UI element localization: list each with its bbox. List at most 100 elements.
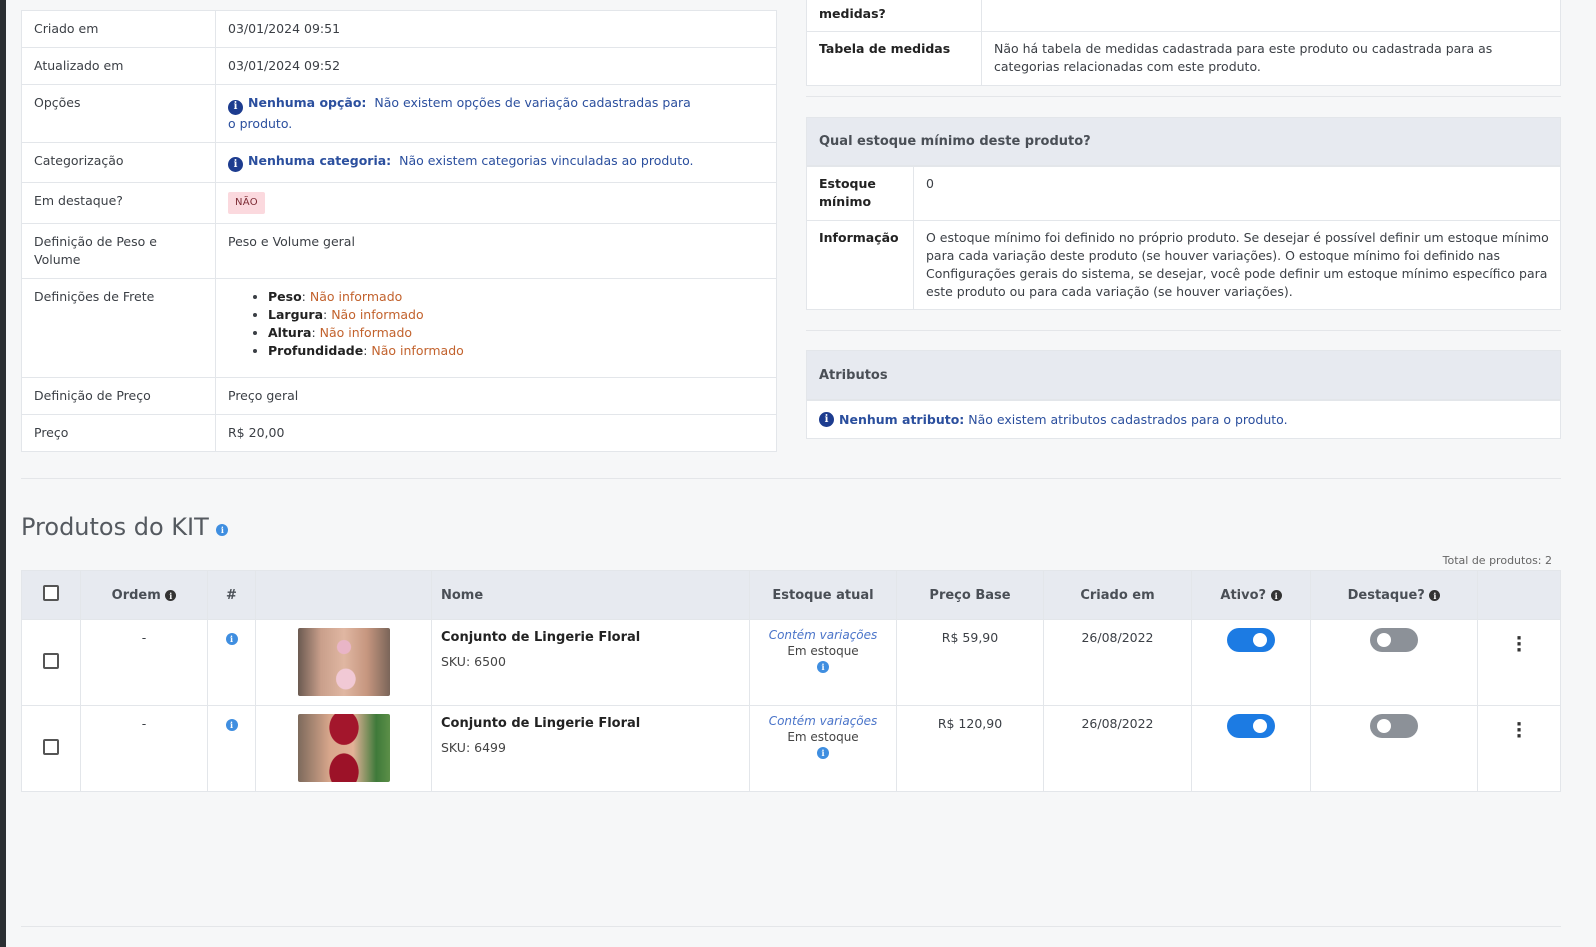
price-value: R$ 20,00 bbox=[215, 413, 777, 452]
created-label: Criado em bbox=[21, 10, 216, 48]
created-value: 03/01/2024 09:51 bbox=[215, 10, 777, 48]
left-sidebar-edge bbox=[0, 0, 6, 947]
info-icon: i bbox=[1270, 590, 1282, 601]
active-toggle[interactable] bbox=[1227, 714, 1275, 738]
price-row: Preço R$ 20,00 bbox=[21, 413, 777, 452]
updated-label: Atualizado em bbox=[21, 47, 216, 85]
measurements-table-label: Tabela de medidas bbox=[806, 31, 982, 86]
created-date: 26/08/2022 bbox=[1043, 619, 1192, 706]
column-active[interactable]: Ativo? i bbox=[1191, 570, 1311, 620]
measurements-question: medidas? bbox=[806, 0, 982, 32]
updated-row: Atualizado em 03/01/2024 09:52 bbox=[21, 47, 777, 85]
row-checkbox[interactable] bbox=[43, 653, 59, 669]
more-vertical-icon[interactable]: · · · bbox=[1516, 716, 1523, 746]
price-def-row: Definição de Preço Preço geral bbox=[21, 376, 777, 415]
column-price[interactable]: Preço Base bbox=[896, 570, 1044, 620]
more-vertical-icon[interactable]: · · · bbox=[1516, 630, 1523, 660]
divider bbox=[21, 478, 1561, 479]
stock-info-icon[interactable]: i bbox=[817, 661, 829, 673]
product-name[interactable]: Conjunto de Lingerie Floral bbox=[441, 716, 749, 731]
row-order: - bbox=[80, 619, 208, 706]
column-hash: # bbox=[207, 570, 256, 620]
column-actions bbox=[1477, 570, 1561, 620]
variations-link[interactable]: Contém variações bbox=[750, 714, 896, 728]
row-info-icon[interactable]: i bbox=[225, 719, 238, 731]
categorization-empty-title: Nenhuma categoria: bbox=[248, 152, 392, 168]
kit-info-icon[interactable]: i bbox=[216, 524, 229, 536]
stock-status: Em estoque bbox=[787, 730, 859, 744]
column-image bbox=[255, 570, 432, 620]
shipping-item: Largura: Não informado bbox=[268, 306, 766, 324]
min-stock-title: Qual estoque mínimo deste produto? bbox=[819, 134, 1091, 149]
featured-label: Em destaque? bbox=[21, 181, 216, 224]
row-checkbox[interactable] bbox=[43, 739, 59, 755]
select-all-checkbox[interactable] bbox=[43, 585, 59, 601]
base-price: R$ 59,90 bbox=[896, 619, 1044, 706]
total-products: Total de produtos: 2 bbox=[1442, 554, 1552, 567]
measurements-table: medidas? Tabela de medidas Não há tabela… bbox=[806, 0, 1561, 86]
base-price: R$ 120,90 bbox=[896, 705, 1044, 792]
created-date: 26/08/2022 bbox=[1043, 705, 1192, 792]
shipping-item: Peso: Não informado bbox=[268, 288, 766, 306]
min-stock-info-label: Informação bbox=[806, 220, 914, 310]
min-stock-info-value: O estoque mínimo foi definido no próprio… bbox=[913, 220, 1561, 310]
options-row: Opções i Nenhuma opção: Não existem opçõe… bbox=[21, 84, 777, 143]
product-sku: SKU: 6500 bbox=[441, 654, 506, 669]
kit-products-title: Produtos do KIT i bbox=[21, 513, 229, 541]
weight-row: Definição de Peso e Volume Peso e Volume… bbox=[21, 222, 777, 279]
categorization-value: i Nenhuma categoria: Não existem categori… bbox=[215, 141, 777, 183]
product-image[interactable] bbox=[297, 714, 390, 782]
active-toggle[interactable] bbox=[1227, 628, 1275, 652]
weight-value: Peso e Volume geral bbox=[215, 222, 777, 279]
column-featured[interactable]: Destaque? i bbox=[1310, 570, 1478, 620]
row-order: - bbox=[80, 705, 208, 792]
info-icon: i bbox=[1429, 590, 1441, 601]
weight-label: Definição de Peso e Volume bbox=[21, 222, 216, 279]
info-icon: i bbox=[819, 412, 834, 427]
options-value: i Nenhuma opção: Não existem opções de va… bbox=[215, 84, 777, 143]
attributes-body: i Nenhum atributo: Não existem atributos … bbox=[806, 400, 1561, 439]
shipping-label: Definições de Frete bbox=[21, 277, 216, 378]
info-icon: i bbox=[228, 157, 243, 172]
attributes-empty-title: Nenhum atributo: bbox=[839, 412, 965, 427]
product-name[interactable]: Conjunto de Lingerie Floral bbox=[441, 630, 749, 645]
shipping-list: Peso: Não informado Largura: Não informa… bbox=[268, 288, 766, 360]
shipping-row: Definições de Frete Peso: Não informado … bbox=[21, 277, 777, 378]
featured-badge: NÃO bbox=[228, 191, 265, 214]
min-stock-table: Estoque mínimo 0 Informação O estoque mí… bbox=[806, 166, 1561, 310]
created-row: Criado em 03/01/2024 09:51 bbox=[21, 10, 777, 48]
table-row: - i Conjunto de Lingerie Floral SKU: 650… bbox=[21, 619, 1561, 706]
divider bbox=[21, 926, 1561, 927]
attributes-header: Atributos bbox=[806, 350, 1561, 400]
product-image[interactable] bbox=[297, 628, 390, 696]
featured-toggle[interactable] bbox=[1370, 714, 1418, 738]
categorization-row: Categorização i Nenhuma categoria: Não ex… bbox=[21, 141, 777, 183]
column-name[interactable]: Nome bbox=[431, 570, 750, 620]
featured-row: Em destaque? NÃO bbox=[21, 181, 777, 224]
attributes-title: Atributos bbox=[819, 367, 888, 383]
stock-info-icon[interactable]: i bbox=[817, 747, 829, 759]
product-info-table: Criado em 03/01/2024 09:51 Atualizado em… bbox=[21, 10, 777, 452]
divider bbox=[806, 96, 1561, 97]
attributes-empty-text: Não existem atributos cadastrados para o… bbox=[968, 412, 1288, 427]
column-order[interactable]: Ordem i bbox=[80, 570, 208, 620]
info-icon: i bbox=[228, 99, 243, 115]
min-stock-label: Estoque mínimo bbox=[806, 166, 914, 221]
column-created[interactable]: Criado em bbox=[1043, 570, 1192, 620]
table-row: - i Conjunto de Lingerie Floral SKU: 649… bbox=[21, 705, 1561, 792]
price-def-label: Definição de Preço bbox=[21, 376, 216, 415]
column-stock[interactable]: Estoque atual bbox=[749, 570, 897, 620]
product-sku: SKU: 6499 bbox=[441, 740, 506, 755]
measurements-table-value: Não há tabela de medidas cadastrada para… bbox=[981, 31, 1561, 86]
categorization-label: Categorização bbox=[21, 141, 216, 183]
divider bbox=[806, 330, 1561, 331]
variations-link[interactable]: Contém variações bbox=[750, 628, 896, 642]
shipping-item: Altura: Não informado bbox=[268, 324, 766, 342]
price-label: Preço bbox=[21, 413, 216, 452]
updated-value: 03/01/2024 09:52 bbox=[215, 47, 777, 85]
shipping-item: Profundidade: Não informado bbox=[268, 342, 766, 360]
options-label: Opções bbox=[21, 84, 216, 143]
row-info-icon[interactable]: i bbox=[225, 633, 238, 645]
categorization-empty-text: Não existem categorias vinculadas ao pro… bbox=[399, 152, 694, 168]
featured-toggle[interactable] bbox=[1370, 628, 1418, 652]
